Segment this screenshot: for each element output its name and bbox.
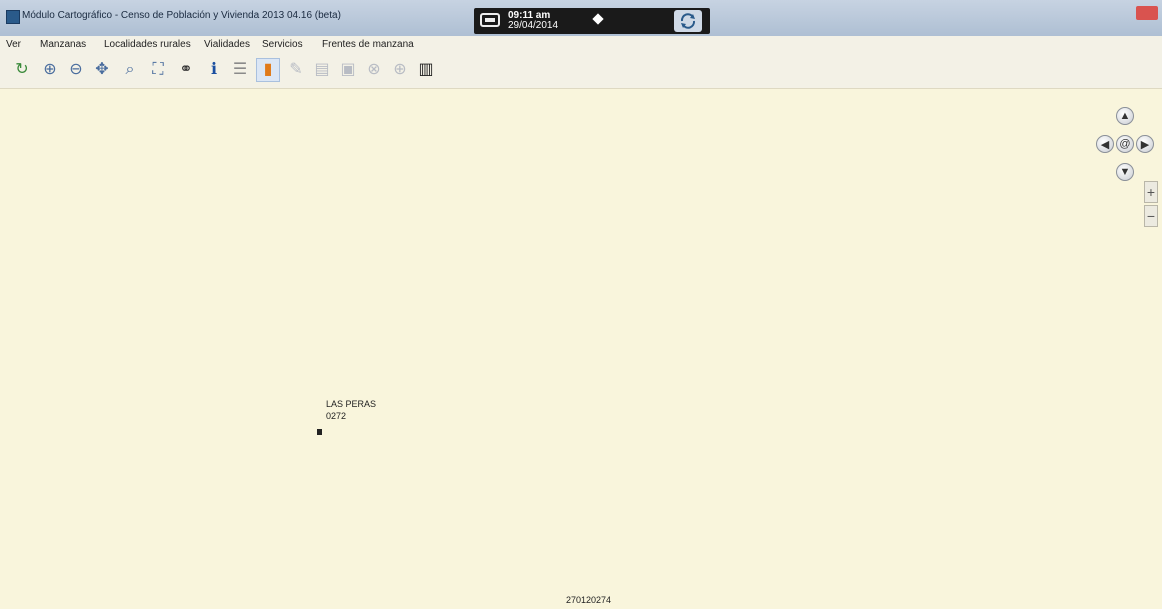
locality-marker-icon[interactable]: ▮	[256, 58, 280, 82]
locality-point-marker[interactable]	[317, 429, 322, 435]
full-extent-icon[interactable]: ⛶	[146, 58, 170, 82]
window-title: Módulo Cartográfico - Censo de Población…	[22, 10, 341, 21]
app-icon	[6, 10, 20, 24]
split-icon[interactable]: ⊕	[388, 58, 412, 82]
locality-code-label: 0272	[326, 411, 347, 421]
layers-icon[interactable]: ☰	[228, 58, 252, 82]
status-panel: 09:11 am 29/04/2014	[474, 8, 710, 34]
pan-down-icon[interactable]: ▼	[1116, 163, 1134, 181]
locality-name-label: LAS PERAS	[326, 399, 377, 409]
menu-vialidades[interactable]: Vialidades	[204, 39, 250, 50]
map-canvas[interactable]: LAS PERAS 0272 270120274 ▲ ◀ @ ▶ ▼ + −	[0, 89, 1162, 609]
zoom-in-button[interactable]: +	[1144, 181, 1158, 203]
menu-manzanas[interactable]: Manzanas	[40, 39, 86, 50]
delete-icon[interactable]: ⊗	[362, 58, 386, 82]
pan-icon[interactable]: ✥	[90, 58, 114, 82]
save-icon[interactable]: ▣	[336, 58, 360, 82]
zoom-out-button[interactable]: −	[1144, 205, 1158, 227]
title-bar: Módulo Cartográfico - Censo de Población…	[0, 0, 1162, 37]
recenter-icon[interactable]: @	[1116, 135, 1134, 153]
area-code-label: 270120274	[566, 595, 612, 605]
zoom-in-icon[interactable]: ⊕	[38, 58, 62, 82]
pan-left-icon[interactable]: ◀	[1096, 135, 1114, 153]
document-icon[interactable]: ▤	[310, 58, 334, 82]
menu-frentes-de-manzana[interactable]: Frentes de manzana	[322, 39, 414, 50]
refresh-icon[interactable]: ↻	[10, 58, 34, 82]
sync-icon[interactable]	[674, 10, 702, 32]
zoom-out-icon[interactable]: ⊖	[64, 58, 88, 82]
zoom-extent-icon[interactable]: ⌕	[118, 58, 142, 82]
pan-right-icon[interactable]: ▶	[1136, 135, 1154, 153]
menu-servicios[interactable]: Servicios	[262, 39, 303, 50]
edit-icon[interactable]: ✎	[284, 58, 308, 82]
binoculars-icon[interactable]: ⚭	[174, 58, 198, 82]
gps-signal-icon	[592, 13, 604, 25]
barcode-icon[interactable]: ▥	[414, 58, 438, 82]
menu-localidades-rurales[interactable]: Localidades rurales	[104, 39, 191, 50]
menu-ver[interactable]: Ver	[6, 39, 21, 50]
pan-up-icon[interactable]: ▲	[1116, 107, 1134, 125]
clock-date: 29/04/2014	[508, 20, 559, 31]
info-icon[interactable]: ℹ	[202, 58, 226, 82]
menu-bar: Ver Manzanas Localidades rurales Vialida…	[0, 36, 1162, 54]
close-button[interactable]	[1136, 6, 1158, 20]
toolbar: ↻ ⊕ ⊖ ✥ ⌕ ⛶ ⚭ ℹ ☰ ▮ ✎ ▤ ▣ ⊗ ⊕ ▥	[0, 54, 1162, 89]
device-icon	[480, 13, 500, 27]
